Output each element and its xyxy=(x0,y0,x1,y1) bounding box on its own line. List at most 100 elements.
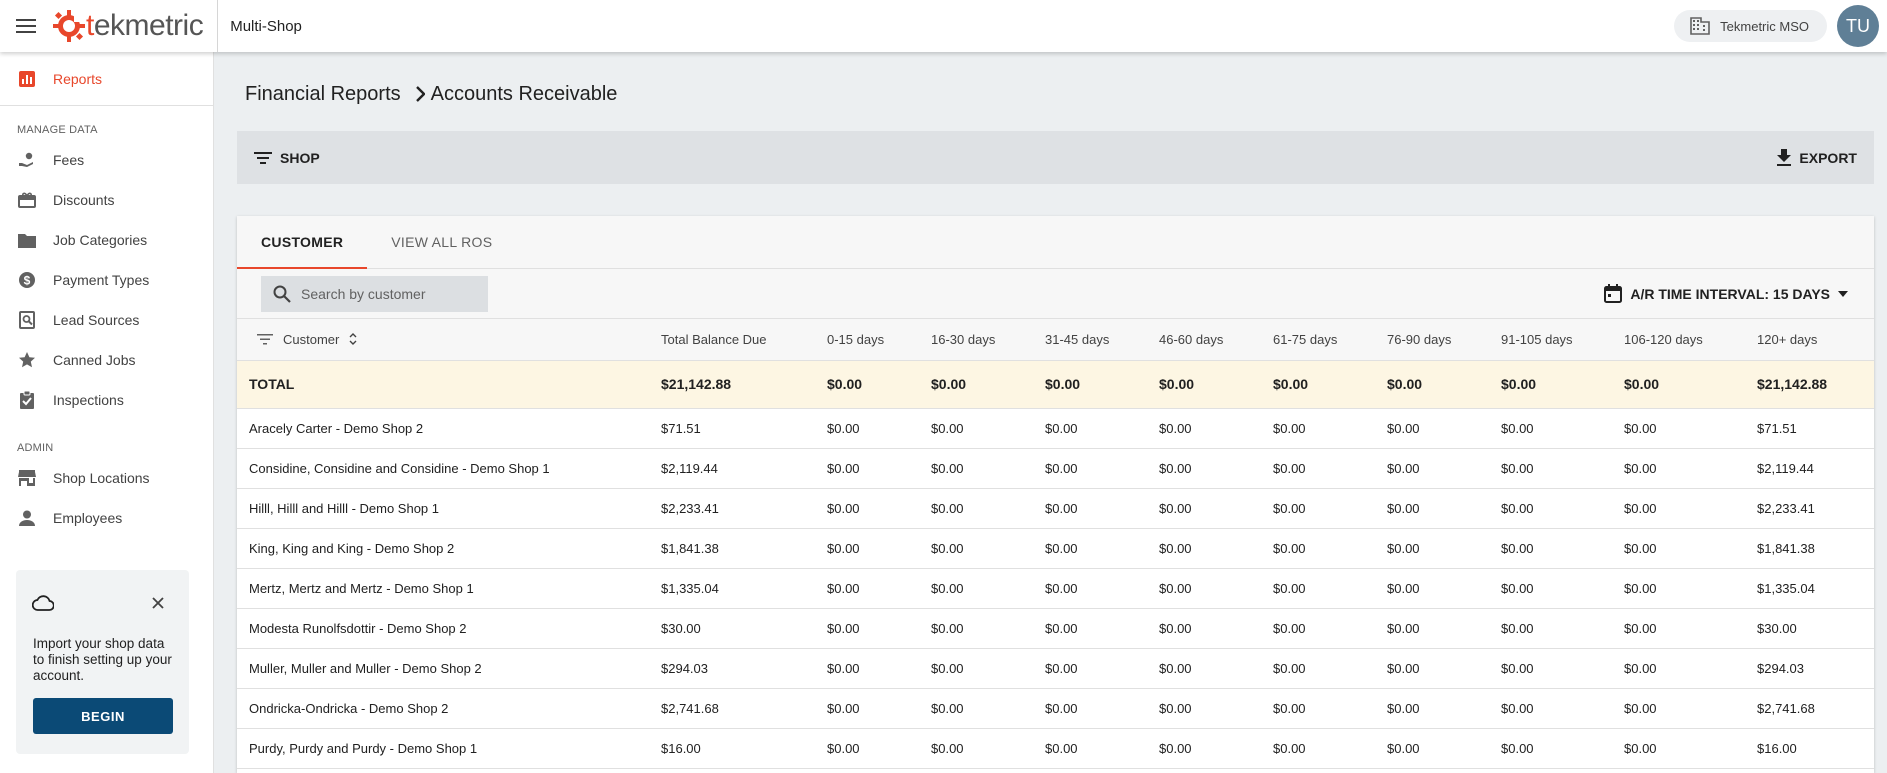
sidebar-item-payment-types[interactable]: $ Payment Types xyxy=(0,260,213,300)
ar-time-interval-dropdown[interactable]: A/R TIME INTERVAL: 15 DAYS xyxy=(1604,284,1848,303)
sidebar-item-fees[interactable]: Fees xyxy=(0,140,213,180)
amount-cell: $2,233.41 xyxy=(661,488,827,529)
amount-cell: $0.00 xyxy=(1387,568,1501,609)
amount-cell: $30.00 xyxy=(661,608,827,649)
gear-logo-icon xyxy=(53,10,86,42)
amount-cell: $0.00 xyxy=(1624,608,1757,649)
organization-switcher[interactable]: Tekmetric MSO xyxy=(1674,10,1827,42)
amount-cell: $0.00 xyxy=(1624,728,1757,769)
sidebar-item-inspections[interactable]: Inspections xyxy=(0,380,213,420)
amount-cell: $0.00 xyxy=(1159,360,1273,409)
column-header-31-45-days: 31-45 days xyxy=(1045,319,1159,361)
amount-cell: $0.00 xyxy=(1159,448,1273,489)
sidebar-item-label: Reports xyxy=(53,71,103,87)
sidebar-item-label: Inspections xyxy=(53,392,124,408)
amount-cell: $2,233.41 xyxy=(1757,488,1874,529)
table-row[interactable]: Muller, Muller and Muller - Demo Shop 2 $… xyxy=(237,648,1874,689)
amount-cell: $0.00 xyxy=(1624,568,1757,609)
column-header-customer[interactable]: Customer xyxy=(237,319,661,361)
import-data-card: Import your shop data to finish setting … xyxy=(16,570,189,754)
table-row[interactable]: Hilll, Hilll and Hilll - Demo Shop 1 $2,2… xyxy=(237,488,1874,529)
amount-cell: $0.00 xyxy=(827,408,931,449)
amount-cell: $0.00 xyxy=(1624,648,1757,689)
amount-cell: $0.00 xyxy=(1501,488,1624,529)
customer-cell: Considine, Considine and Considine - Dem… xyxy=(237,448,661,489)
sidebar-item-label: Employees xyxy=(53,510,123,526)
sidebar-item-label: Job Categories xyxy=(53,232,148,248)
tekmetric-logo[interactable]: tekmetric xyxy=(52,0,219,52)
amount-cell: $0.00 xyxy=(1045,528,1159,569)
begin-button[interactable]: BEGIN xyxy=(33,698,173,734)
amount-cell: $21,142.88 xyxy=(1757,360,1874,409)
amount-cell: $0.00 xyxy=(1501,728,1624,769)
amount-cell: $0.00 xyxy=(931,728,1045,769)
amount-cell: $0.00 xyxy=(827,528,931,569)
customer-cell: Purdy, Purdy and Purdy - Demo Shop 1 xyxy=(237,728,661,769)
amount-cell: $1,841.38 xyxy=(1757,528,1874,569)
customer-cell: Hilll, Hilll and Hilll - Demo Shop 1 xyxy=(237,488,661,529)
amount-cell: $0.00 xyxy=(1273,488,1387,529)
table-toolbar: A/R TIME INTERVAL: 15 DAYS xyxy=(237,269,1874,319)
table-row[interactable]: Considine, Considine and Considine - Dem… xyxy=(237,448,1874,489)
amount-cell: $0.00 xyxy=(1159,408,1273,449)
sidebar-section-manage-data: MANAGE DATA xyxy=(17,124,98,136)
sidebar-item-label: Fees xyxy=(53,152,85,168)
amount-cell: $0.00 xyxy=(1624,360,1757,409)
table-row[interactable]: Modesta Runolfsdottir - Demo Shop 2 $30.0… xyxy=(237,608,1874,649)
sort-icon[interactable] xyxy=(349,332,357,346)
filter-icon xyxy=(254,151,272,164)
amount-cell: $0.00 xyxy=(1273,408,1387,449)
breadcrumb: Financial Reports Accounts Receivable xyxy=(245,80,617,108)
amount-cell: $0.00 xyxy=(1045,408,1159,449)
sidebar-item-discounts[interactable]: Discounts xyxy=(0,180,213,220)
customer-cell: TOTAL xyxy=(237,360,661,409)
amount-cell: $0.00 xyxy=(1045,688,1159,729)
amount-cell: $0.00 xyxy=(1387,688,1501,729)
logo-text: ekmetric xyxy=(93,9,204,42)
ar-table: Customer Total Balance Due 0-15 days 16-… xyxy=(237,319,1874,769)
search-document-icon xyxy=(18,311,36,329)
user-avatar[interactable]: TU xyxy=(1837,5,1879,47)
app-name: Multi-Shop xyxy=(230,17,302,35)
breadcrumb-financial-reports[interactable]: Financial Reports xyxy=(245,83,401,106)
amount-cell: $0.00 xyxy=(1045,488,1159,529)
tab-customer[interactable]: CUSTOMER xyxy=(237,216,368,269)
amount-cell: $0.00 xyxy=(1387,448,1501,489)
hamburger-menu-button[interactable] xyxy=(0,0,52,52)
amount-cell: $2,119.44 xyxy=(1757,448,1874,489)
table-row[interactable]: Mertz, Mertz and Mertz - Demo Shop 1 $1,3… xyxy=(237,568,1874,609)
amount-cell: $71.51 xyxy=(1757,408,1874,449)
sidebar-item-canned-jobs[interactable]: Canned Jobs xyxy=(0,340,213,380)
amount-cell: $0.00 xyxy=(1624,528,1757,569)
export-button[interactable]: EXPORT xyxy=(1777,149,1857,166)
close-icon[interactable] xyxy=(152,596,164,614)
table-row[interactable]: King, King and King - Demo Shop 2 $1,841.… xyxy=(237,528,1874,569)
table-row[interactable]: Purdy, Purdy and Purdy - Demo Shop 1 $16.… xyxy=(237,728,1874,769)
sidebar-item-reports[interactable]: Reports xyxy=(0,59,213,99)
accounts-receivable-card: CUSTOMER VIEW ALL ROS A/R TIME INTERVAL:… xyxy=(237,216,1874,773)
amount-cell: $0.00 xyxy=(1624,688,1757,729)
sidebar-item-shop-locations[interactable]: Shop Locations xyxy=(0,458,213,498)
sidebar-item-lead-sources[interactable]: Lead Sources xyxy=(0,300,213,340)
sidebar-item-employees[interactable]: Employees xyxy=(0,498,213,538)
amount-cell: $1,335.04 xyxy=(661,568,827,609)
table-row[interactable]: Aracely Carter - Demo Shop 2 $71.51 $0.00 $… xyxy=(237,408,1874,449)
table-row[interactable]: Ondricka-Ondricka - Demo Shop 2 $2,741.68… xyxy=(237,688,1874,729)
amount-cell: $16.00 xyxy=(661,728,827,769)
sidebar-item-job-categories[interactable]: Job Categories xyxy=(0,220,213,260)
column-header-16-30-days: 16-30 days xyxy=(931,319,1045,361)
search-input[interactable] xyxy=(301,285,471,302)
calendar-icon xyxy=(1604,284,1623,303)
filter-icon[interactable] xyxy=(257,333,273,345)
amount-cell: $0.00 xyxy=(827,448,931,489)
amount-cell: $0.00 xyxy=(1624,448,1757,489)
store-icon xyxy=(18,469,36,487)
shop-filter-label: SHOP xyxy=(280,149,320,166)
tab-view-all-ros[interactable]: VIEW ALL ROS xyxy=(367,216,516,268)
amount-cell: $0.00 xyxy=(1624,408,1757,449)
column-header-0-15-days: 0-15 days xyxy=(827,319,931,361)
column-header-76-90-days: 76-90 days xyxy=(1387,319,1501,361)
customer-cell: Modesta Runolfsdottir - Demo Shop 2 xyxy=(237,608,661,649)
amount-cell: $0.00 xyxy=(1159,648,1273,689)
shop-filter-button[interactable]: SHOP xyxy=(254,150,320,166)
